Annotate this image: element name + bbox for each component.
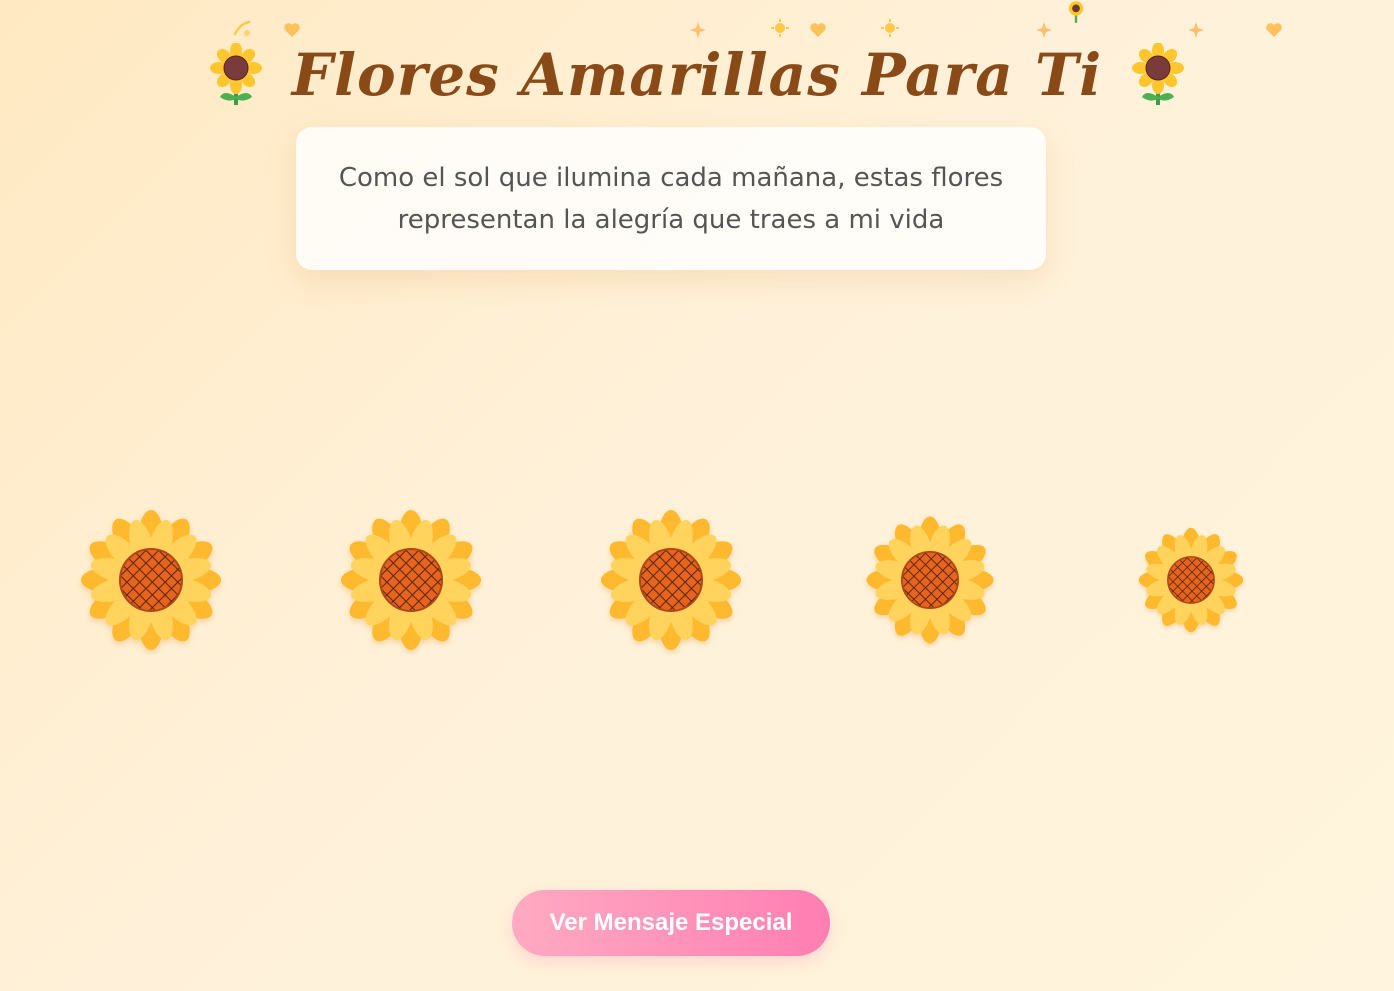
sunflower-2[interactable] (336, 505, 486, 655)
sunflower-icon (209, 43, 262, 105)
page-header: Flores Amarillas Para Ti (0, 30, 1394, 120)
flower-center (900, 550, 960, 610)
view-special-message-button[interactable]: Ver Mensaje Especial (512, 890, 830, 956)
flower-center (379, 548, 443, 612)
page-title: Flores Amarillas Para Ti (291, 41, 1103, 109)
sunflower-garden (0, 480, 1394, 680)
sunflower-1[interactable] (76, 505, 226, 655)
message-text: Como el sol que ilumina cada mañana, est… (339, 157, 1003, 241)
message-line-1: Como el sol que ilumina cada mañana, est… (338, 162, 1004, 193)
flower-center (119, 548, 183, 612)
sunflower-5[interactable] (1135, 524, 1247, 636)
flower-center (1167, 556, 1215, 604)
sunflower-4[interactable] (862, 512, 998, 648)
message-card: Como el sol que ilumina cada mañana, est… (296, 127, 1046, 270)
sunflower-icon (1068, 1, 1084, 23)
sunflower-3[interactable] (596, 505, 746, 655)
flower-center (639, 548, 703, 612)
message-line-2: representan la alegría que traes a mi vi… (397, 204, 945, 235)
sunflower-icon (1132, 43, 1185, 105)
